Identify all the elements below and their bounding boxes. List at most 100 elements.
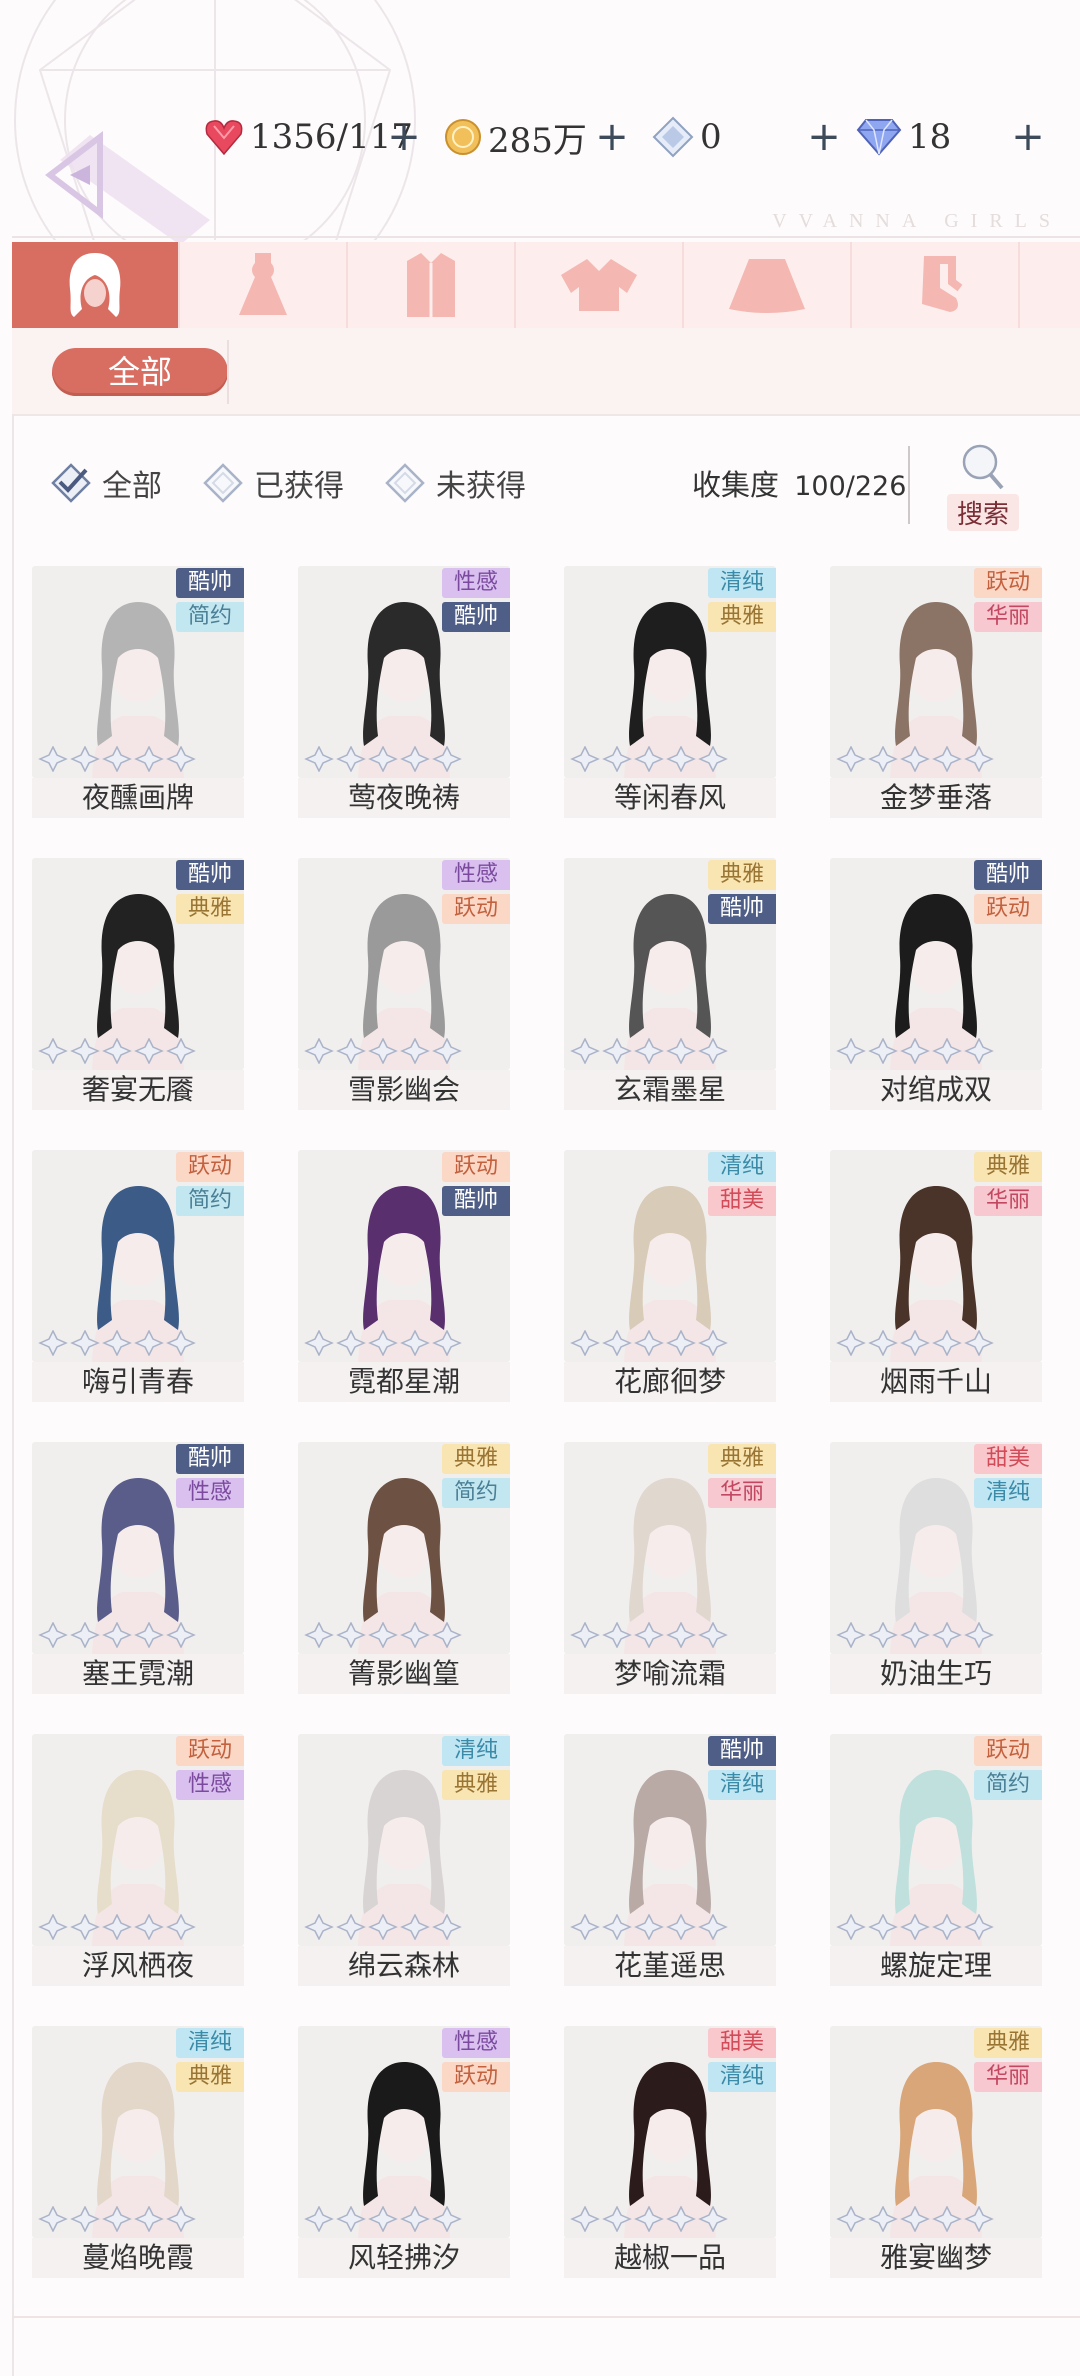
add-gold-button[interactable]: + <box>592 112 632 162</box>
star-icon <box>166 1621 196 1649</box>
style-tag: 酷帅 <box>708 894 776 924</box>
star-icon <box>666 1913 696 1941</box>
item-image: 跃动 简约 <box>32 1150 244 1362</box>
star-icon <box>964 1913 994 1941</box>
item-card[interactable]: 跃动 性感 浮风栖夜 <box>32 1734 244 1986</box>
tab-top[interactable] <box>516 242 684 328</box>
item-card[interactable]: 跃动 简约 螺旋定理 <box>830 1734 1042 1986</box>
star-rating <box>570 1913 728 1941</box>
tab-skirt[interactable] <box>684 242 852 328</box>
style-tag: 简约 <box>442 1478 510 1508</box>
star-icon <box>868 1037 898 1065</box>
star-icon <box>698 745 728 773</box>
star-icon <box>134 745 164 773</box>
item-name: 等闲春风 <box>564 778 776 818</box>
search-button[interactable]: 搜索 <box>938 440 1028 532</box>
star-icon <box>70 1621 100 1649</box>
star-icon <box>304 2205 334 2233</box>
item-card[interactable]: 典雅酷帅玄霜墨星 <box>564 858 776 1110</box>
tab-socks[interactable] <box>852 242 1020 328</box>
filter-not-obtained[interactable]: 未获得 <box>384 458 526 508</box>
item-card[interactable]: 典雅 简约 箐影幽篁 <box>298 1442 510 1694</box>
item-image: 典雅 简约 <box>298 1442 510 1654</box>
star-icon <box>964 1329 994 1357</box>
filter-obtained[interactable]: 已获得 <box>202 458 344 508</box>
item-name: 奶油生巧 <box>830 1654 1042 1694</box>
item-card[interactable]: 跃动 酷帅 霓都星潮 <box>298 1150 510 1402</box>
star-icon <box>932 1621 962 1649</box>
filter-all[interactable]: 全部 <box>50 458 162 508</box>
style-tag: 酷帅 <box>442 602 510 632</box>
item-card[interactable]: 性感 跃动 风轻拂汐 <box>298 2026 510 2278</box>
item-card[interactable]: 性感 酷帅 莺夜晚祷 <box>298 566 510 818</box>
item-card[interactable]: 酷帅 跃动 对绾成双 <box>830 858 1042 1110</box>
heart-icon <box>205 120 243 156</box>
divider <box>12 414 14 2376</box>
star-rating <box>304 1329 462 1357</box>
item-card[interactable]: 甜美 清纯 奶油生巧 <box>830 1442 1042 1694</box>
star-icon <box>432 2205 462 2233</box>
item-card[interactable]: 典雅 华丽 梦喻流霜 <box>564 1442 776 1694</box>
item-card[interactable]: 清纯 典雅 绵云森林 <box>298 1734 510 1986</box>
style-tag: 跃动 <box>442 2062 510 2092</box>
tab-more[interactable] <box>1020 242 1080 328</box>
star-icon <box>964 1621 994 1649</box>
star-icon <box>304 1621 334 1649</box>
tab-dress[interactable] <box>180 242 348 328</box>
star-icon <box>70 1037 100 1065</box>
star-icon <box>70 1329 100 1357</box>
star-icon <box>932 745 962 773</box>
crystal-icon <box>652 116 694 158</box>
item-card[interactable]: 典雅 华丽 烟雨千山 <box>830 1150 1042 1402</box>
item-name: 玄霜墨星 <box>564 1070 776 1110</box>
item-name: 梦喻流霜 <box>564 1654 776 1694</box>
star-icon <box>166 2205 196 2233</box>
star-icon <box>570 1621 600 1649</box>
style-tag: 跃动 <box>442 894 510 924</box>
diamond-counter: 18 <box>856 112 951 162</box>
item-card[interactable]: 清纯 典雅 等闲春风 <box>564 566 776 818</box>
style-tag: 简约 <box>974 1770 1042 1800</box>
back-button[interactable] <box>30 125 210 245</box>
style-tag: 清纯 <box>708 568 776 598</box>
add-diamond-button[interactable]: + <box>1008 112 1048 162</box>
add-stamina-button[interactable]: + <box>384 112 424 162</box>
item-image: 清纯 甜美 <box>564 1150 776 1362</box>
search-label: 搜索 <box>946 494 1019 531</box>
add-crystal-button[interactable]: + <box>804 112 844 162</box>
item-card[interactable]: 酷帅 性感 塞王霓潮 <box>32 1442 244 1694</box>
star-icon <box>38 1329 68 1357</box>
style-tag: 跃动 <box>974 1736 1042 1766</box>
style-tag: 清纯 <box>708 2062 776 2092</box>
item-card[interactable]: 清纯 典雅 蔓焰晚霞 <box>32 2026 244 2278</box>
item-image: 甜美 清纯 <box>564 2026 776 2238</box>
item-card[interactable]: 性感 跃动 雪影幽会 <box>298 858 510 1110</box>
style-tag: 甜美 <box>708 1186 776 1216</box>
item-card[interactable]: 跃动 简约 嗨引青春 <box>32 1150 244 1402</box>
star-rating <box>304 1037 462 1065</box>
item-card[interactable]: 甜美 清纯 越椒一品 <box>564 2026 776 2278</box>
item-card[interactable]: 典雅 华丽 雅宴幽梦 <box>830 2026 1042 2278</box>
star-icon <box>602 2205 632 2233</box>
style-tag: 清纯 <box>176 2028 244 2058</box>
collection-label: 收集度 <box>692 468 780 502</box>
item-card[interactable]: 酷帅 典雅 奢宴无餍 <box>32 858 244 1110</box>
star-icon <box>836 1913 866 1941</box>
item-card[interactable]: 清纯 甜美 花廊徊梦 <box>564 1150 776 1402</box>
style-tag: 典雅 <box>708 860 776 890</box>
item-name: 风轻拂汐 <box>298 2238 510 2278</box>
star-icon <box>868 1913 898 1941</box>
dress-icon <box>239 253 287 315</box>
star-icon <box>602 1621 632 1649</box>
star-icon <box>634 1329 664 1357</box>
sub-tab-all[interactable]: 全部 <box>52 348 228 396</box>
item-card[interactable]: 跃动 华丽 金梦垂落 <box>830 566 1042 818</box>
star-icon <box>634 1913 664 1941</box>
item-card[interactable]: 酷帅 清纯 花堇遥思 <box>564 1734 776 1986</box>
item-card[interactable]: 酷帅 简约 夜醺画牌 <box>32 566 244 818</box>
star-icon <box>304 1913 334 1941</box>
tab-coat[interactable] <box>348 242 516 328</box>
tab-hair[interactable] <box>12 242 180 328</box>
star-icon <box>38 2205 68 2233</box>
stamina-counter: 1356/117 <box>204 112 413 162</box>
